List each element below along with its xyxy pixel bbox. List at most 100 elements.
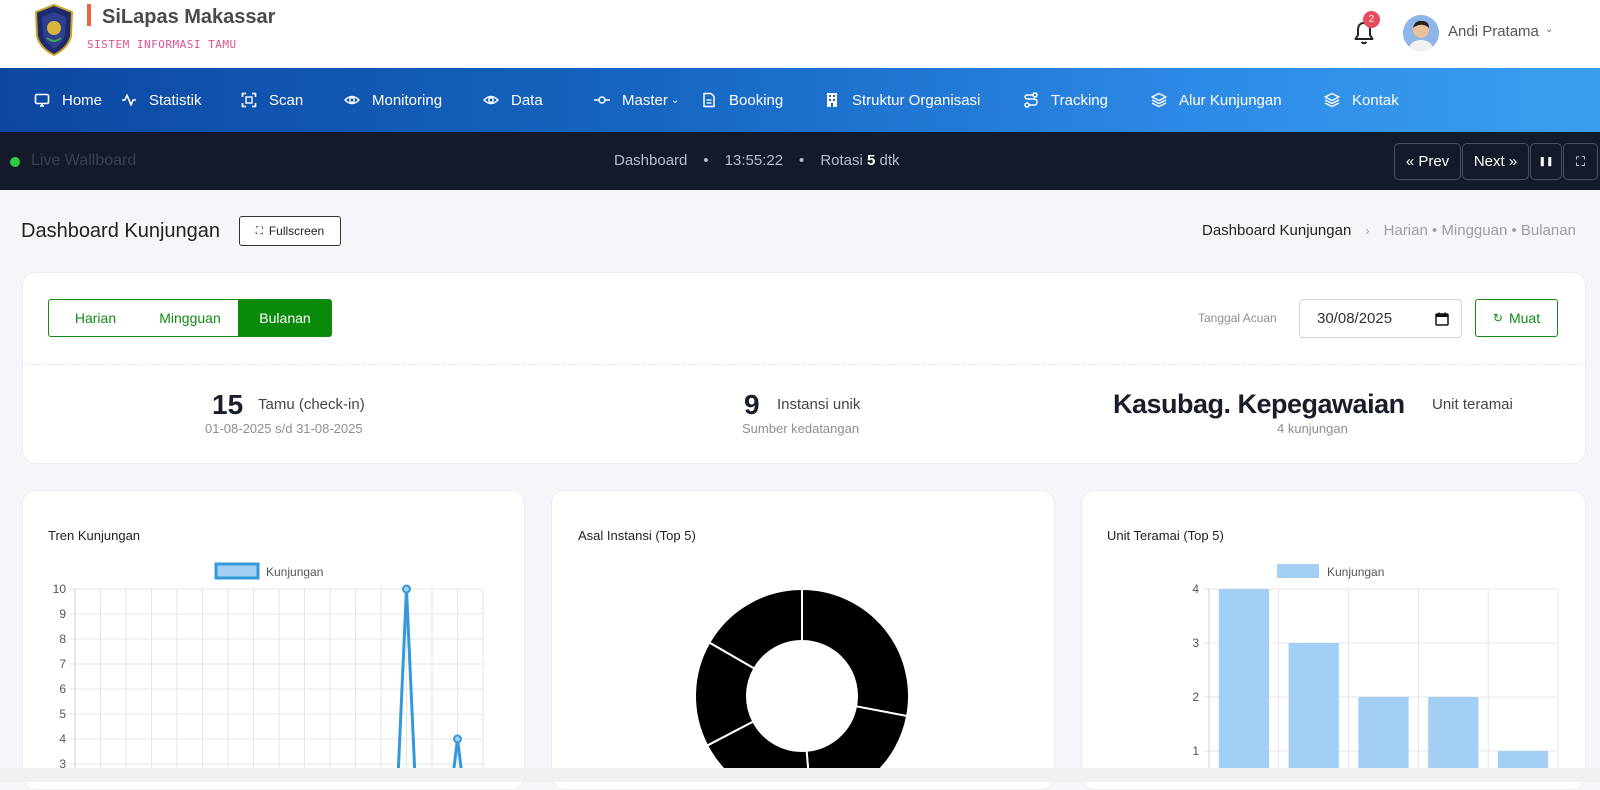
period-tab-bulanan[interactable]: Bulanan [238, 299, 332, 337]
stat-top-unit-label: Unit teramai [1432, 396, 1513, 413]
bar [1288, 643, 1339, 778]
avatar[interactable] [1403, 15, 1439, 51]
rotation-prefix: Rotasi [820, 152, 863, 169]
period-tab-harian[interactable]: Harian [48, 299, 143, 337]
stat-institution-label: Instansi unik [777, 396, 861, 413]
legend-swatch [1277, 564, 1319, 578]
file-icon [703, 92, 715, 108]
rotation-unit: dtk [879, 152, 900, 169]
stat-top-unit: Kasubag. Kepegawaian [1113, 389, 1405, 419]
next-button[interactable]: Next » [1462, 143, 1529, 180]
y-tick-label: 2 [1192, 690, 1199, 704]
nav-item-label: Alur Kunjungan [1179, 91, 1282, 109]
data-point [453, 734, 462, 744]
logo-emblem-icon [34, 4, 74, 56]
trend-line-chart: 109876543Kunjungan [53, 562, 484, 778]
building-icon [827, 93, 837, 107]
breadcrumb-current: Dashboard Kunjungan [1202, 222, 1352, 239]
prev-button[interactable]: « Prev [1394, 143, 1461, 180]
live-status-dot [10, 157, 20, 167]
fullscreen-button[interactable]: ⛶ Fullscreen [239, 216, 341, 246]
data-point [402, 584, 411, 594]
scan-icon [241, 92, 257, 108]
nav-item-home[interactable]: Home [34, 68, 102, 132]
y-tick-label: 3 [1192, 636, 1199, 650]
wallboard-status: Dashboard • 13:55:22 • Rotasi 5 dtk [614, 152, 900, 169]
nav-item-label: Statistik [149, 91, 202, 109]
nav-item-label: Booking [729, 91, 784, 109]
period-tab-mingguan[interactable]: Mingguan [142, 299, 239, 337]
pause-icon: ❚❚ [1538, 156, 1554, 166]
nav-item-label: Master [622, 91, 668, 109]
route-icon [1024, 92, 1038, 108]
nav-item-label: Kontak [1352, 91, 1399, 109]
y-tick-label: 4 [59, 732, 66, 746]
nav-item-scan[interactable]: Scan [241, 68, 303, 132]
y-tick-label: 4 [1192, 582, 1199, 596]
user-avatar-icon [1403, 15, 1439, 51]
institution-donut-chart [694, 587, 910, 778]
wallboard-page: Dashboard [614, 152, 688, 169]
chevron-down-icon: ⌄ [670, 94, 680, 106]
load-button[interactable]: ↻ Muat [1475, 299, 1558, 337]
nav-item-struktur-organisasi[interactable]: Struktur Organisasi [824, 68, 980, 132]
y-tick-label: 5 [59, 707, 66, 721]
unit-bar-chart: 4 3 2 1 Kunjungan [1192, 564, 1559, 778]
trend-chart-title: Tren Kunjungan [48, 528, 141, 543]
bar [1428, 697, 1479, 778]
commit-icon [594, 96, 610, 104]
reference-date-input[interactable]: 30/08/2025 [1299, 299, 1462, 338]
expand-button[interactable]: ⛶ [1563, 143, 1598, 180]
donut-slice [801, 587, 910, 718]
reference-date-label: Tanggal Acuan [1198, 311, 1277, 325]
stat-institution-count: 9 [744, 389, 760, 420]
refresh-icon: ↻ [1492, 311, 1503, 325]
nav-item-label: Monitoring [372, 91, 443, 109]
layers-icon [1324, 92, 1340, 108]
nav-item-booking[interactable]: Booking [701, 68, 783, 132]
activity-icon [122, 94, 136, 106]
brand-accent-bar [87, 4, 91, 26]
chevron-down-icon[interactable]: ⌄ [1545, 24, 1553, 35]
eye-icon [483, 95, 499, 105]
stat-top-unit-visits: 4 kunjungan [1277, 421, 1348, 436]
rotation-value: 5 [867, 152, 876, 169]
legend-label: Kunjungan [1327, 565, 1384, 579]
bar [1218, 589, 1270, 778]
legend-label: Kunjungan [266, 565, 323, 579]
unit-chart-title: Unit Teramai (Top 5) [1107, 528, 1224, 543]
legend-swatch [214, 562, 260, 580]
stat-guest-count: 15 [212, 389, 244, 420]
user-menu-name[interactable]: Andi Pratama [1448, 23, 1539, 40]
nav-item-tracking[interactable]: Tracking [1023, 68, 1108, 132]
nav-item-label: Home [62, 91, 103, 109]
nav-item-master[interactable]: Master ⌄ [594, 68, 679, 132]
y-tick-label: 7 [59, 657, 66, 671]
stat-institution-sub: Sumber kedatangan [742, 421, 860, 436]
layers-icon [1151, 92, 1167, 108]
series-line [396, 587, 464, 778]
breadcrumb-arrow-icon: › [1365, 223, 1370, 238]
nav-item-kontak[interactable]: Kontak [1324, 68, 1399, 132]
pause-button[interactable]: ❚❚ [1530, 143, 1562, 180]
nav-item-label: Tracking [1051, 91, 1108, 109]
live-wallboard-label: Live Wallboard [31, 152, 137, 169]
y-tick-label: 1 [1192, 744, 1199, 758]
nav-item-data[interactable]: Data [483, 68, 543, 132]
breadcrumb: Dashboard Kunjungan › Harian • Mingguan • … [1202, 222, 1576, 239]
load-label: Muat [1508, 310, 1541, 326]
nav-item-alur-kunjungan[interactable]: Alur Kunjungan [1151, 68, 1282, 132]
app-title: SiLapas Makassar [102, 6, 276, 28]
nav-item-statistik[interactable]: Statistik [121, 68, 202, 132]
separator: • [799, 152, 805, 169]
page-title: Dashboard Kunjungan [21, 220, 221, 242]
calendar-icon[interactable] [1435, 312, 1449, 326]
bar [1358, 697, 1409, 778]
monitor-icon [34, 93, 50, 107]
y-tick-label: 9 [59, 607, 66, 621]
fullscreen-label: Fullscreen [268, 224, 325, 238]
main-navbar: Home Statistik Scan Monitoring Data Mast… [0, 68, 1600, 132]
separator: • [703, 152, 709, 169]
nav-item-monitoring[interactable]: Monitoring [344, 68, 442, 132]
divider [22, 364, 1586, 365]
